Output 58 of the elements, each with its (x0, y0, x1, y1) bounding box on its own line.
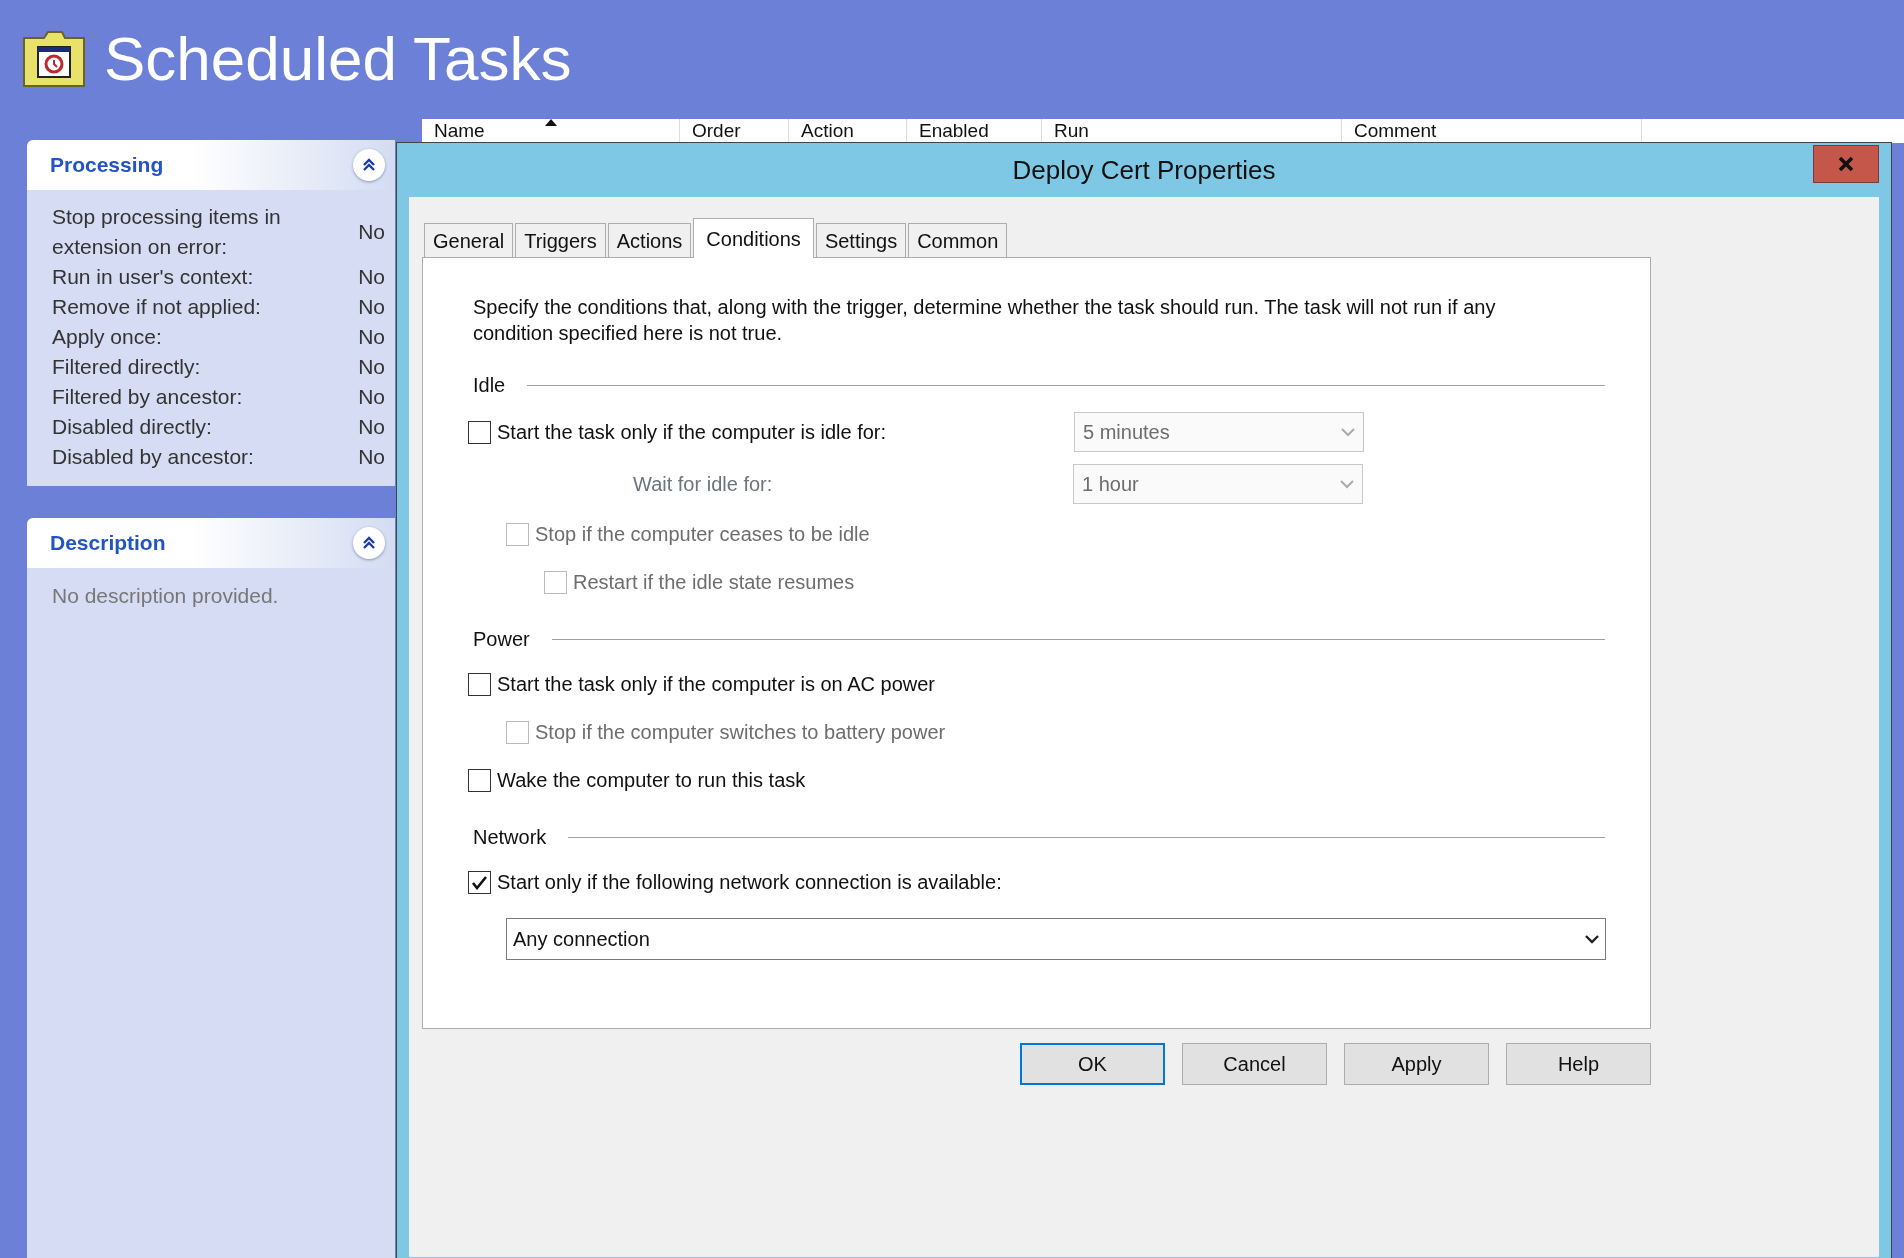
tab[interactable]: Common (908, 223, 1008, 257)
dialog-button[interactable]: Help (1506, 1043, 1651, 1085)
property-label: Remove if not applied: (52, 294, 262, 320)
field-label: Wait for idle for: (632, 472, 774, 497)
checkbox-label: Start the task only if the computer is on AC power (497, 672, 935, 697)
section-title: Idle (473, 373, 506, 398)
close-icon (1838, 156, 1854, 172)
property-label: Stop processing items in extension on error: (52, 204, 282, 260)
property-label: Disabled by ancestor: (52, 444, 255, 470)
tab[interactable]: General (424, 223, 514, 257)
panel-title: Processing (50, 152, 164, 179)
dialog-button[interactable]: Cancel (1182, 1043, 1327, 1085)
description-text: No description provided. (52, 584, 279, 607)
property-value: No (358, 414, 385, 440)
checkbox-label: Start only if the following network connection is available: (497, 870, 1002, 895)
panel-title: Description (50, 530, 166, 557)
property-value: No (358, 264, 385, 290)
checkmark-icon (471, 874, 488, 890)
property-label: Disabled directly: (52, 414, 213, 440)
property-value: No (358, 294, 385, 320)
section-title: Power (473, 627, 530, 652)
section-title: Network (473, 825, 547, 850)
sort-arrow-icon (544, 119, 557, 126)
property-label: Run in user's context: (52, 264, 255, 290)
chevron-down-icon (1585, 934, 1599, 944)
checkbox-label: Stop if the computer ceases to be idle (535, 522, 870, 547)
instructions-text: Specify the conditions that, along with the trigger, determine whether the task should run. The task will not run if any condition specified here is not true. (473, 295, 1497, 346)
tab[interactable]: Actions (607, 223, 692, 257)
checkbox[interactable] (468, 420, 491, 444)
property-label: Apply once: (52, 324, 163, 350)
collapse-button[interactable] (353, 149, 385, 181)
checkbox-label: Restart if the idle state resumes (573, 570, 855, 595)
property-value: No (358, 219, 385, 245)
checkbox[interactable] (468, 768, 491, 792)
property-value: No (358, 324, 385, 350)
tab[interactable]: Conditions (693, 218, 814, 258)
property-label: Filtered by ancestor: (52, 384, 244, 410)
tab[interactable]: Triggers (515, 223, 606, 257)
app-title: Scheduled Tasks (104, 23, 572, 95)
close-button[interactable] (1813, 145, 1879, 183)
tab[interactable]: Settings (815, 223, 907, 257)
checkbox-label: Start the task only if the computer is idle for: (497, 420, 888, 445)
property-value: No (358, 354, 385, 380)
network-dropdown[interactable]: Any connection (506, 918, 1606, 960)
chevron-down-icon (1341, 427, 1355, 437)
checkbox-label: Stop if the computer switches to battery power (535, 720, 946, 745)
chevron-down-icon (1340, 479, 1354, 489)
property-value: No (358, 444, 385, 470)
collapse-button[interactable] (353, 527, 385, 559)
dialog-button[interactable]: Apply (1344, 1043, 1489, 1085)
checkbox[interactable] (468, 870, 491, 894)
dialog-title: Deploy Cert Properties (1012, 155, 1276, 185)
folder-clock-icon (22, 29, 86, 88)
property-value: No (358, 384, 385, 410)
property-label: Filtered directly: (52, 354, 202, 380)
dialog-button[interactable]: OK (1020, 1043, 1165, 1085)
checkbox[interactable] (468, 672, 491, 696)
checkbox-label: Wake the computer to run this task (497, 768, 806, 793)
